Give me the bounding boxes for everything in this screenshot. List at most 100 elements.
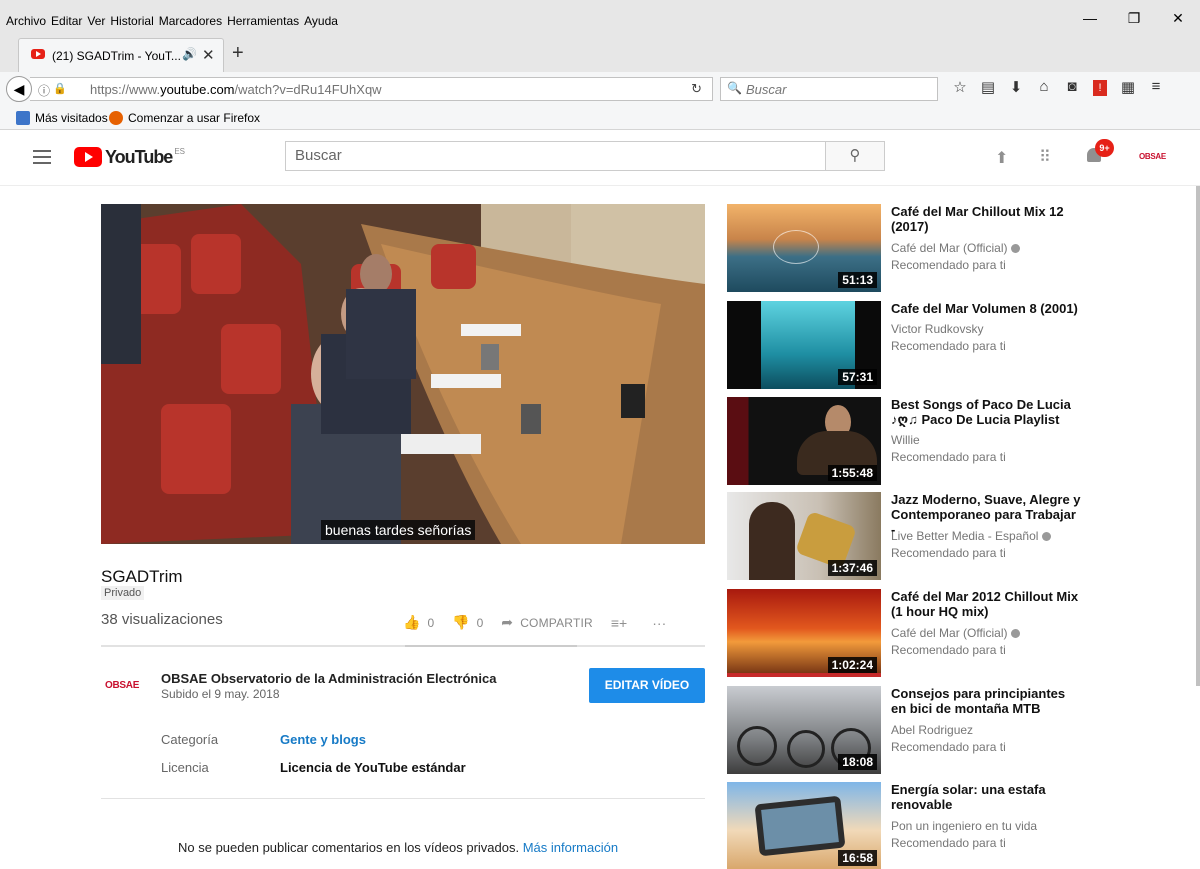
restore-button[interactable]: ❐ bbox=[1112, 10, 1156, 27]
like-count: 0 bbox=[427, 615, 435, 630]
menu-marcadores[interactable]: Marcadores bbox=[159, 14, 222, 28]
apps-grid-icon[interactable]: ⠿ bbox=[1039, 147, 1051, 167]
recommendation-title[interactable]: Energía solar: una estafa renovable bbox=[891, 782, 1081, 812]
page-scrollbar[interactable] bbox=[1196, 186, 1200, 686]
video-thumbnail[interactable]: 51:13 bbox=[727, 204, 881, 292]
most-visited-icon bbox=[16, 111, 30, 125]
close-window-button[interactable]: ✕ bbox=[1156, 10, 1200, 27]
notification-badge: 9+ bbox=[1095, 139, 1114, 157]
video-player[interactable]: buenas tardes señorías bbox=[101, 204, 705, 544]
menu-herramientas[interactable]: Herramientas bbox=[227, 14, 299, 28]
search-icon: ⚲ bbox=[849, 147, 861, 164]
recommendation-title[interactable]: Consejos para principiantes en bici de m… bbox=[891, 686, 1081, 716]
video-duration: 51:13 bbox=[838, 272, 877, 288]
recommendation-item[interactable]: 1:37:46 Jazz Moderno, Suave, Alegre y Co… bbox=[727, 492, 1167, 584]
home-icon[interactable]: ⌂ bbox=[1030, 78, 1058, 98]
video-thumbnail[interactable]: 57:31 bbox=[727, 301, 881, 389]
add-to-playlist-icon: ≡+ bbox=[610, 614, 628, 631]
search-engine-icon[interactable]: 🔍 bbox=[727, 81, 742, 95]
guide-menu-icon[interactable] bbox=[33, 150, 51, 168]
recommendation-title[interactable]: Café del Mar 2012 Chillout Mix (1 hour H… bbox=[891, 589, 1081, 619]
privacy-badge: Privado bbox=[101, 586, 145, 600]
close-tab-icon[interactable]: ✕ bbox=[202, 46, 215, 64]
category-link[interactable]: Gente y blogs bbox=[280, 732, 366, 747]
recommendation-item[interactable]: 1:02:24 Café del Mar 2012 Chillout Mix (… bbox=[727, 589, 1167, 681]
speaker-icon[interactable]: 🔊 bbox=[182, 47, 197, 61]
verified-icon bbox=[1011, 244, 1021, 254]
search-placeholder: Buscar bbox=[295, 147, 342, 164]
menu-historial[interactable]: Historial bbox=[110, 14, 153, 28]
downloads-icon[interactable]: ⬇ bbox=[1002, 78, 1030, 98]
recommendation-title[interactable]: Café del Mar Chillout Mix 12 (2017) bbox=[891, 204, 1081, 234]
recommendation-channel: Café del Mar (Official) bbox=[891, 626, 1021, 640]
share-arrow-icon: ➦ bbox=[501, 614, 514, 630]
video-thumbnail[interactable]: 16:58 bbox=[727, 782, 881, 869]
browser-search-input[interactable]: 🔍 Buscar bbox=[720, 77, 938, 101]
recommendation-title[interactable]: Cafe del Mar Volumen 8 (2001) bbox=[891, 301, 1081, 316]
upload-icon[interactable]: ⬆ bbox=[995, 148, 1008, 168]
youtube-play-icon bbox=[74, 147, 102, 167]
share-label: COMPARTIR bbox=[520, 615, 593, 630]
video-thumbnail[interactable]: 1:55:48 bbox=[727, 397, 881, 485]
video-thumbnail[interactable]: 1:02:24 bbox=[727, 589, 881, 677]
youtube-logo[interactable]: YouTube ES bbox=[74, 147, 185, 168]
channel-avatar[interactable]: OBSAE bbox=[105, 680, 139, 691]
recommendation-item[interactable]: 1:55:48 Best Songs of Paco De Lucia ♪ღ♫ … bbox=[727, 397, 1167, 489]
reading-list-icon[interactable]: ▤ bbox=[974, 78, 1002, 98]
logo-text: YouTube bbox=[105, 147, 173, 167]
extension-2-icon[interactable]: ▦ bbox=[1114, 78, 1142, 98]
logo-region: ES bbox=[174, 147, 185, 156]
like-button[interactable]: 👍 0 bbox=[403, 614, 434, 631]
back-button[interactable]: ◀ bbox=[6, 76, 32, 102]
license-value: Licencia de YouTube estándar bbox=[280, 760, 466, 775]
video-thumbnail[interactable]: 18:08 bbox=[727, 686, 881, 774]
dislike-button[interactable]: 👎 0 bbox=[452, 614, 483, 631]
menu-archivo[interactable]: Archivo bbox=[6, 14, 46, 28]
pocket-icon[interactable]: ◙ bbox=[1058, 78, 1086, 98]
channel-name[interactable]: OBSAE Observatorio de la Administración … bbox=[161, 671, 496, 686]
recommendation-channel: Abel Rodriguez bbox=[891, 723, 974, 737]
recommendation-reason: Recomendado para ti bbox=[891, 546, 1006, 560]
hamburger-menu-icon[interactable]: ≡ bbox=[1142, 78, 1170, 98]
info-icon[interactable]: ⓘ bbox=[38, 82, 50, 99]
search-button[interactable]: ⚲ bbox=[825, 141, 885, 171]
recommendation-item[interactable]: 51:13 Café del Mar Chillout Mix 12 (2017… bbox=[727, 204, 1167, 296]
more-info-link[interactable]: Más información bbox=[523, 840, 618, 855]
video-duration: 16:58 bbox=[838, 850, 877, 866]
sentiment-bar bbox=[101, 645, 705, 647]
reload-icon[interactable]: ↻ bbox=[691, 81, 702, 97]
browser-tab[interactable]: (21) SGADTrim - YouT... 🔊 ✕ bbox=[18, 38, 224, 72]
bookmark-getting-started[interactable]: Comenzar a usar Firefox bbox=[109, 111, 260, 125]
recommendation-reason: Recomendado para ti bbox=[891, 740, 1006, 754]
menu-ver[interactable]: Ver bbox=[87, 14, 105, 28]
more-dots-icon: ··· bbox=[652, 614, 667, 631]
share-button[interactable]: ➦ COMPARTIR bbox=[501, 614, 593, 631]
account-avatar[interactable]: OBSAE bbox=[1139, 152, 1166, 161]
recommendation-item[interactable]: 57:31 Cafe del Mar Volumen 8 (2001) Vict… bbox=[727, 301, 1167, 393]
menu-items: Archivo Editar Ver Historial Marcadores … bbox=[6, 14, 343, 28]
new-tab-button[interactable]: + bbox=[232, 42, 244, 65]
menu-editar[interactable]: Editar bbox=[51, 14, 82, 28]
recommendation-item[interactable]: 16:58 Energía solar: una estafa renovabl… bbox=[727, 782, 1167, 869]
extension-icon[interactable]: ! bbox=[1093, 80, 1107, 96]
recommendation-title[interactable]: Best Songs of Paco De Lucia ♪ღ♫ Paco De … bbox=[891, 397, 1081, 427]
youtube-header: YouTube ES Buscar ⚲ ⬆ ⠿ 9+ OBSAE bbox=[0, 130, 1200, 186]
youtube-search-input[interactable]: Buscar bbox=[285, 141, 826, 171]
search-placeholder: Buscar bbox=[746, 82, 787, 97]
bookmark-star-icon[interactable]: ☆ bbox=[946, 78, 974, 98]
recommendation-reason: Recomendado para ti bbox=[891, 836, 1006, 850]
video-duration: 1:02:24 bbox=[827, 657, 877, 673]
recommendation-item[interactable]: 18:08 Consejos para principiantes en bic… bbox=[727, 686, 1167, 778]
recommendation-reason: Recomendado para ti bbox=[891, 450, 1006, 464]
edit-video-button[interactable]: EDITAR VÍDEO bbox=[589, 668, 705, 703]
thumbs-down-icon: 👎 bbox=[452, 614, 470, 630]
url-bar[interactable]: ⓘ 🔒 https://www.youtube.com/watch?v=dRu1… bbox=[30, 77, 713, 101]
recommendation-channel: Pon un ingeniero en tu vida bbox=[891, 819, 1038, 833]
minimize-button[interactable]: — bbox=[1068, 10, 1112, 27]
add-to-playlist-button[interactable]: ≡+ bbox=[611, 615, 634, 631]
menu-ayuda[interactable]: Ayuda bbox=[304, 14, 338, 28]
more-actions-button[interactable]: ··· bbox=[652, 615, 673, 631]
video-thumbnail[interactable]: 1:37:46 bbox=[727, 492, 881, 580]
bookmark-most-visited[interactable]: Más visitados bbox=[16, 111, 108, 125]
recommendation-reason: Recomendado para ti bbox=[891, 643, 1006, 657]
